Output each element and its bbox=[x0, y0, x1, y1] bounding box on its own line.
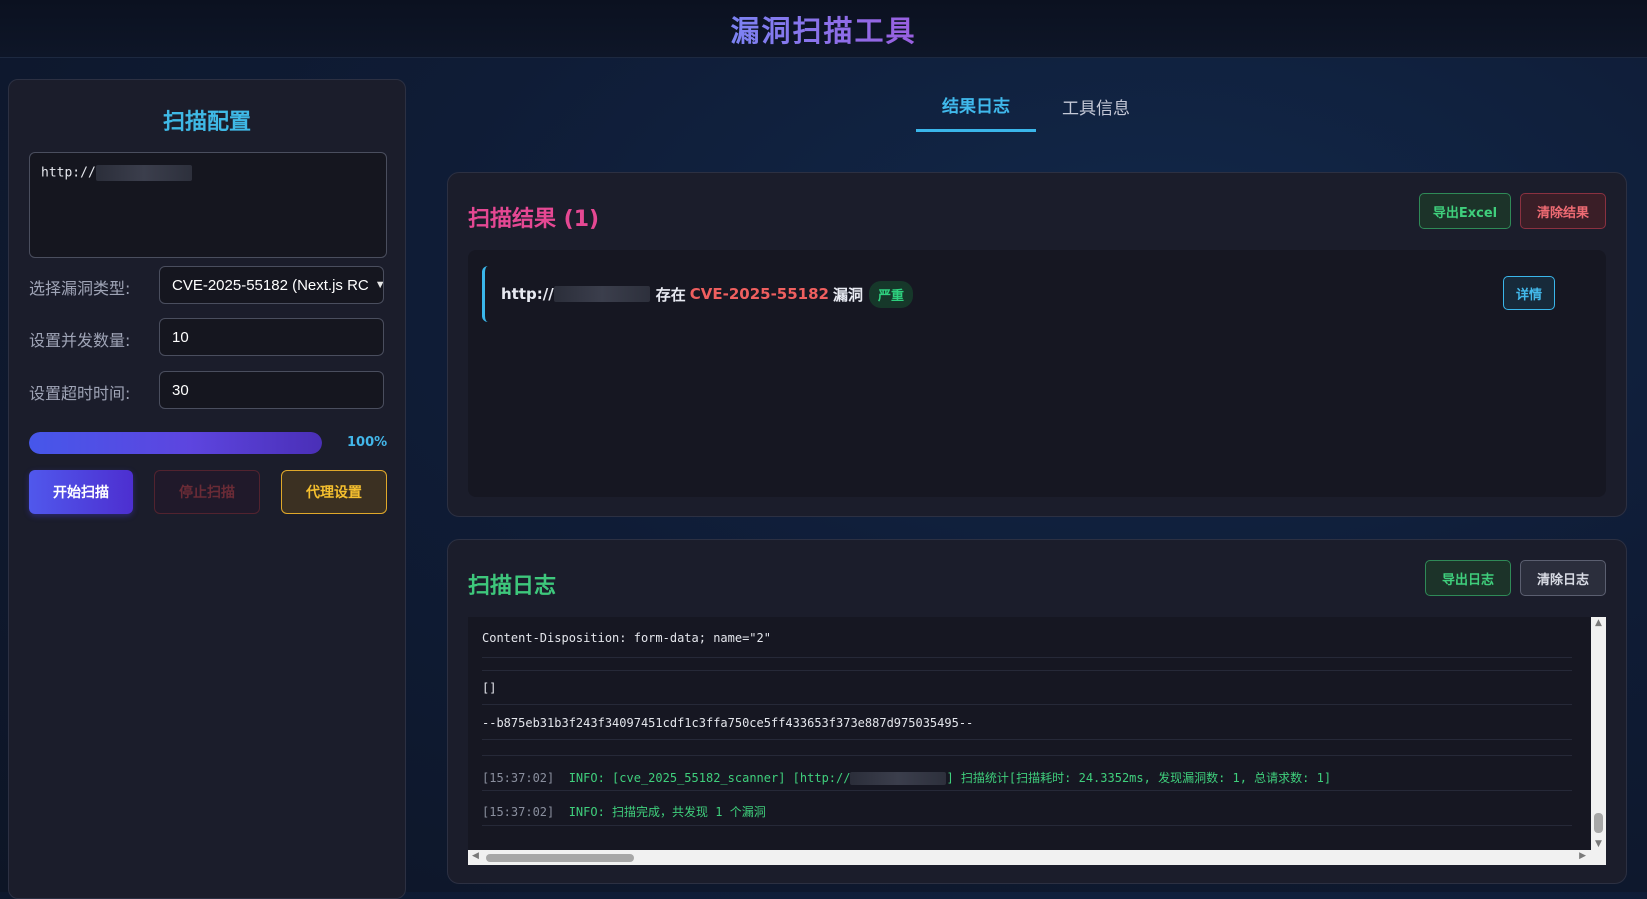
redacted-host bbox=[95, 165, 192, 181]
tab-results-log[interactable]: 结果日志 bbox=[916, 80, 1036, 132]
log-divider bbox=[482, 670, 1572, 671]
scan-progress-text: 100% bbox=[347, 435, 388, 450]
results-title: 扫描结果 (1) bbox=[468, 207, 600, 232]
concurrency-input[interactable]: 10 bbox=[159, 318, 384, 356]
scan-log-card: 扫描日志 导出日志 清除日志 Content-Disposition: form… bbox=[447, 539, 1627, 884]
result-url: http:// bbox=[501, 285, 554, 303]
log-divider bbox=[482, 657, 1572, 658]
app-title: 漏洞扫描工具 bbox=[730, 8, 916, 50]
clear-log-button[interactable]: 清除日志 bbox=[1520, 560, 1606, 596]
detail-button[interactable]: 详情 bbox=[1503, 276, 1555, 310]
scan-progress-bar bbox=[29, 432, 322, 454]
log-line: [] bbox=[482, 681, 497, 695]
result-suffix: 漏洞 bbox=[832, 285, 863, 304]
start-scan-button[interactable]: 开始扫描 bbox=[29, 470, 133, 514]
log-info-line: [15:37:02] INFO: 扫描完成，共发现 1 个漏洞 bbox=[482, 803, 1572, 820]
log-divider bbox=[482, 790, 1572, 791]
log-divider bbox=[482, 755, 1572, 756]
export-log-button[interactable]: 导出日志 bbox=[1425, 560, 1511, 596]
stop-scan-button[interactable]: 停止扫描 bbox=[154, 470, 260, 514]
log-message: INFO: 扫描完成，共发现 1 个漏洞 bbox=[568, 805, 766, 819]
result-cve: CVE-2025-55182 bbox=[689, 285, 829, 303]
scan-progress-fill bbox=[29, 432, 322, 454]
result-exists-text: 存在 bbox=[655, 285, 686, 304]
result-item: http:// 存在 CVE-2025-55182 漏洞 严重 bbox=[482, 266, 1592, 322]
target-url-value: http:// bbox=[41, 165, 96, 181]
results-list: http:// 存在 CVE-2025-55182 漏洞 严重 详情 bbox=[468, 250, 1606, 497]
timeout-label: 设置超时时间: bbox=[29, 384, 131, 403]
log-divider bbox=[482, 704, 1572, 705]
clear-results-button[interactable]: 清除结果 bbox=[1520, 193, 1606, 229]
vuln-type-selected: CVE-2025-55182 (Next.js RC bbox=[172, 276, 369, 294]
scroll-right-arrow-icon[interactable]: ▶ bbox=[1579, 851, 1586, 861]
log-message: INFO: [cve_2025_55182_scanner] [http:// bbox=[568, 771, 851, 785]
scroll-up-arrow-icon[interactable]: ▲ bbox=[1591, 618, 1606, 628]
horizontal-scroll-thumb[interactable] bbox=[486, 854, 634, 862]
timeout-row: 设置超时时间: 30 bbox=[29, 371, 389, 409]
log-timestamp: [15:37:02] bbox=[482, 771, 555, 785]
log-output[interactable]: Content-Disposition: form-data; name="2"… bbox=[468, 617, 1606, 865]
log-timestamp: [15:37:02] bbox=[482, 805, 555, 819]
log-divider bbox=[482, 739, 1572, 740]
scroll-down-arrow-icon[interactable]: ▼ bbox=[1591, 839, 1606, 849]
log-horizontal-scrollbar[interactable]: ◀ ▶ bbox=[468, 850, 1606, 865]
concurrency-row: 设置并发数量: 10 bbox=[29, 318, 389, 356]
scroll-left-arrow-icon[interactable]: ◀ bbox=[472, 851, 479, 861]
log-message-rest: ] 扫描统计[扫描耗时: 24.3352ms, 发现漏洞数: 1, 总请求数: … bbox=[946, 771, 1332, 785]
log-info-line: [15:37:02] INFO: [cve_2025_55182_scanner… bbox=[482, 769, 1572, 786]
target-url-textarea[interactable]: http:// bbox=[29, 152, 387, 258]
log-title: 扫描日志 bbox=[468, 574, 557, 599]
vuln-type-label: 选择漏洞类型: bbox=[29, 279, 131, 298]
vuln-type-row: 选择漏洞类型: CVE-2025-55182 (Next.js RC ▼ bbox=[29, 266, 389, 304]
redacted-host bbox=[850, 772, 947, 785]
chevron-down-icon: ▼ bbox=[375, 279, 383, 291]
log-divider bbox=[482, 825, 1572, 826]
scan-config-panel: 扫描配置 http:// 选择漏洞类型: CVE-2025-55182 (Nex… bbox=[8, 79, 406, 899]
concurrency-label: 设置并发数量: bbox=[29, 331, 131, 350]
log-line: Content-Disposition: form-data; name="2" bbox=[482, 631, 771, 645]
header: 漏洞扫描工具 bbox=[0, 0, 1647, 58]
severity-badge: 严重 bbox=[869, 280, 914, 308]
tab-tool-info[interactable]: 工具信息 bbox=[1036, 80, 1156, 132]
main-tabs: 结果日志 工具信息 bbox=[916, 80, 1156, 132]
scan-results-card: 扫描结果 (1) 导出Excel 清除结果 http:// 存在 CVE-202… bbox=[447, 172, 1627, 517]
config-title: 扫描配置 bbox=[162, 110, 251, 135]
export-excel-button[interactable]: 导出Excel bbox=[1419, 193, 1511, 229]
vertical-scroll-thumb[interactable] bbox=[1594, 813, 1603, 833]
redacted-host bbox=[553, 286, 650, 302]
log-vertical-scrollbar[interactable]: ▲ ▼ bbox=[1591, 617, 1606, 850]
proxy-settings-button[interactable]: 代理设置 bbox=[281, 470, 387, 514]
log-line: --b875eb31b3f243f34097451cdf1c3ffa750ce5… bbox=[482, 716, 974, 730]
vuln-type-select[interactable]: CVE-2025-55182 (Next.js RC ▼ bbox=[159, 266, 384, 304]
timeout-input[interactable]: 30 bbox=[159, 371, 384, 409]
